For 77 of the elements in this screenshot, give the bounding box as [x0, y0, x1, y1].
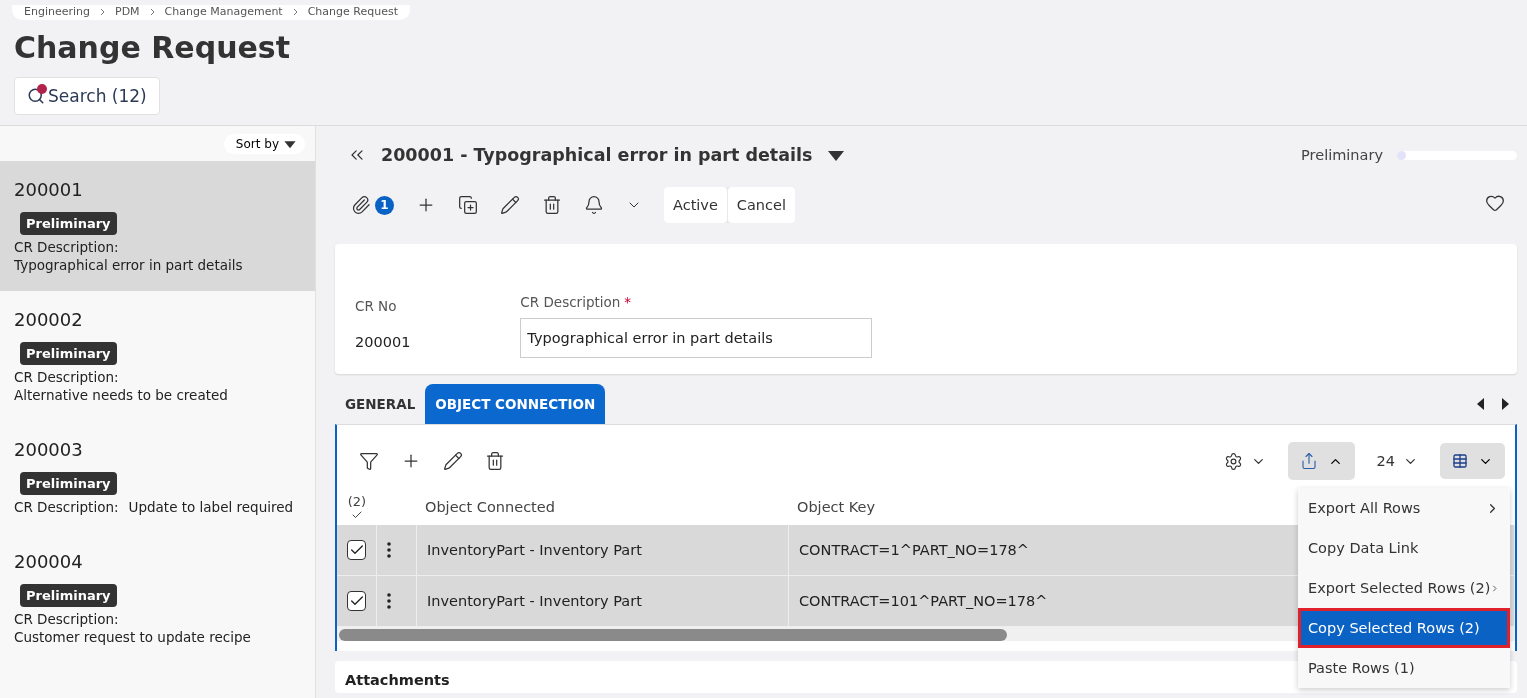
triangle-left-icon[interactable]: [1477, 398, 1485, 410]
description-text: Update to label required: [128, 499, 294, 515]
section-title: Attachments: [345, 672, 450, 688]
settings-icon: [1223, 451, 1243, 471]
action-button[interactable]: Cancel: [727, 187, 795, 223]
list-item[interactable]: 200003 Preliminary CR Description: Update to label required: [0, 421, 315, 533]
selected-count: (2): [347, 494, 367, 509]
record-number: 200002: [14, 309, 83, 330]
description-input[interactable]: Typographical error in part details: [520, 318, 873, 358]
record-number: 200003: [14, 439, 83, 460]
required-mark: *: [624, 294, 632, 310]
field-label: CR Description:: [14, 369, 120, 385]
trash-icon[interactable]: [485, 451, 505, 471]
description-text: Typographical error in part details: [14, 257, 243, 273]
more-icon[interactable]: [387, 593, 391, 609]
field-label: CR Description:: [14, 239, 120, 255]
triangle-right-icon[interactable]: [1501, 398, 1509, 410]
pencil-icon[interactable]: [443, 451, 463, 471]
bell-icon[interactable]: [584, 195, 604, 215]
sort-button[interactable]: Sort by: [223, 134, 305, 154]
chevron-right-icon: [100, 7, 105, 16]
page-size-button[interactable]: 24: [1376, 453, 1418, 469]
list-item[interactable]: 200004 Preliminary CR Description: Customer request to update recipe: [0, 533, 315, 663]
field-label: CR Description:: [14, 611, 120, 627]
layout-button[interactable]: [1440, 443, 1505, 479]
list-item[interactable]: 200001 Preliminary CR Description: Typographical error in part details: [0, 161, 315, 291]
breadcrumb-link[interactable]: PDM: [115, 5, 140, 18]
description-text: Customer request to update recipe: [14, 629, 251, 645]
export-button[interactable]: [1287, 442, 1355, 480]
column-header[interactable]: Object Key: [789, 499, 884, 521]
table-icon: [1452, 453, 1468, 469]
pencil-icon[interactable]: [500, 195, 520, 215]
field-value: 200001: [355, 333, 411, 352]
tab[interactable]: OBJECT CONNECTION: [425, 384, 606, 424]
breadcrumb-link[interactable]: Change Management: [164, 5, 283, 18]
page-title: Change Request: [14, 30, 292, 65]
settings-button[interactable]: [1223, 451, 1266, 471]
paperclip-icon[interactable]: [351, 195, 371, 215]
tab[interactable]: GENERAL: [335, 384, 426, 424]
scrollbar-thumb[interactable]: [339, 629, 1007, 641]
record-number: 200004: [14, 551, 83, 572]
chevron-right-icon: [292, 7, 298, 16]
action-button[interactable]: Active: [664, 187, 727, 223]
table-cell: InventoryPart - Inventory Part: [417, 576, 789, 626]
check-icon: [351, 509, 363, 521]
trash-icon[interactable]: [542, 195, 562, 215]
status-badge: Preliminary: [20, 472, 117, 495]
row-checkbox[interactable]: [347, 591, 366, 611]
status-badge: Preliminary: [20, 584, 117, 607]
menu-item[interactable]: Export All Rows: [1298, 488, 1510, 528]
breadcrumb-link[interactable]: Change Request: [307, 5, 398, 18]
duplicate-icon[interactable]: [458, 195, 478, 215]
column-header[interactable]: Object Connected: [417, 499, 563, 521]
filter-icon[interactable]: [359, 451, 379, 471]
field-label: CR No: [355, 298, 398, 314]
search-button[interactable]: Search (12): [14, 77, 160, 115]
menu-item[interactable]: Copy Data Link: [1298, 528, 1510, 568]
more-icon[interactable]: [387, 542, 391, 558]
status-badge: Preliminary: [20, 342, 117, 365]
breadcrumb-link[interactable]: Engineering: [24, 5, 90, 18]
status-label: Preliminary: [1301, 147, 1383, 163]
status-badge: Preliminary: [20, 212, 117, 235]
table-cell: InventoryPart - Inventory Part: [417, 525, 789, 575]
menu-item[interactable]: Paste Rows (1): [1298, 648, 1510, 688]
description-text: Alternative needs to be created: [14, 387, 228, 403]
menu-item[interactable]: Copy Selected Rows (2): [1298, 608, 1510, 648]
heart-icon[interactable]: [1485, 193, 1505, 213]
record-title: 200001 - Typographical error in part details: [381, 145, 813, 165]
field-label: CR Description *: [520, 294, 633, 310]
field-label: CR Description:: [14, 499, 119, 515]
search-icon: [27, 87, 45, 105]
list-item[interactable]: 200002 Preliminary CR Description: Alternative needs to be created: [0, 291, 315, 421]
chevron-right-icon: [149, 7, 155, 16]
share-icon: [1299, 452, 1318, 470]
count-badge: 1: [375, 195, 394, 215]
record-number: 200001: [14, 179, 83, 200]
row-checkbox[interactable]: [347, 540, 366, 560]
